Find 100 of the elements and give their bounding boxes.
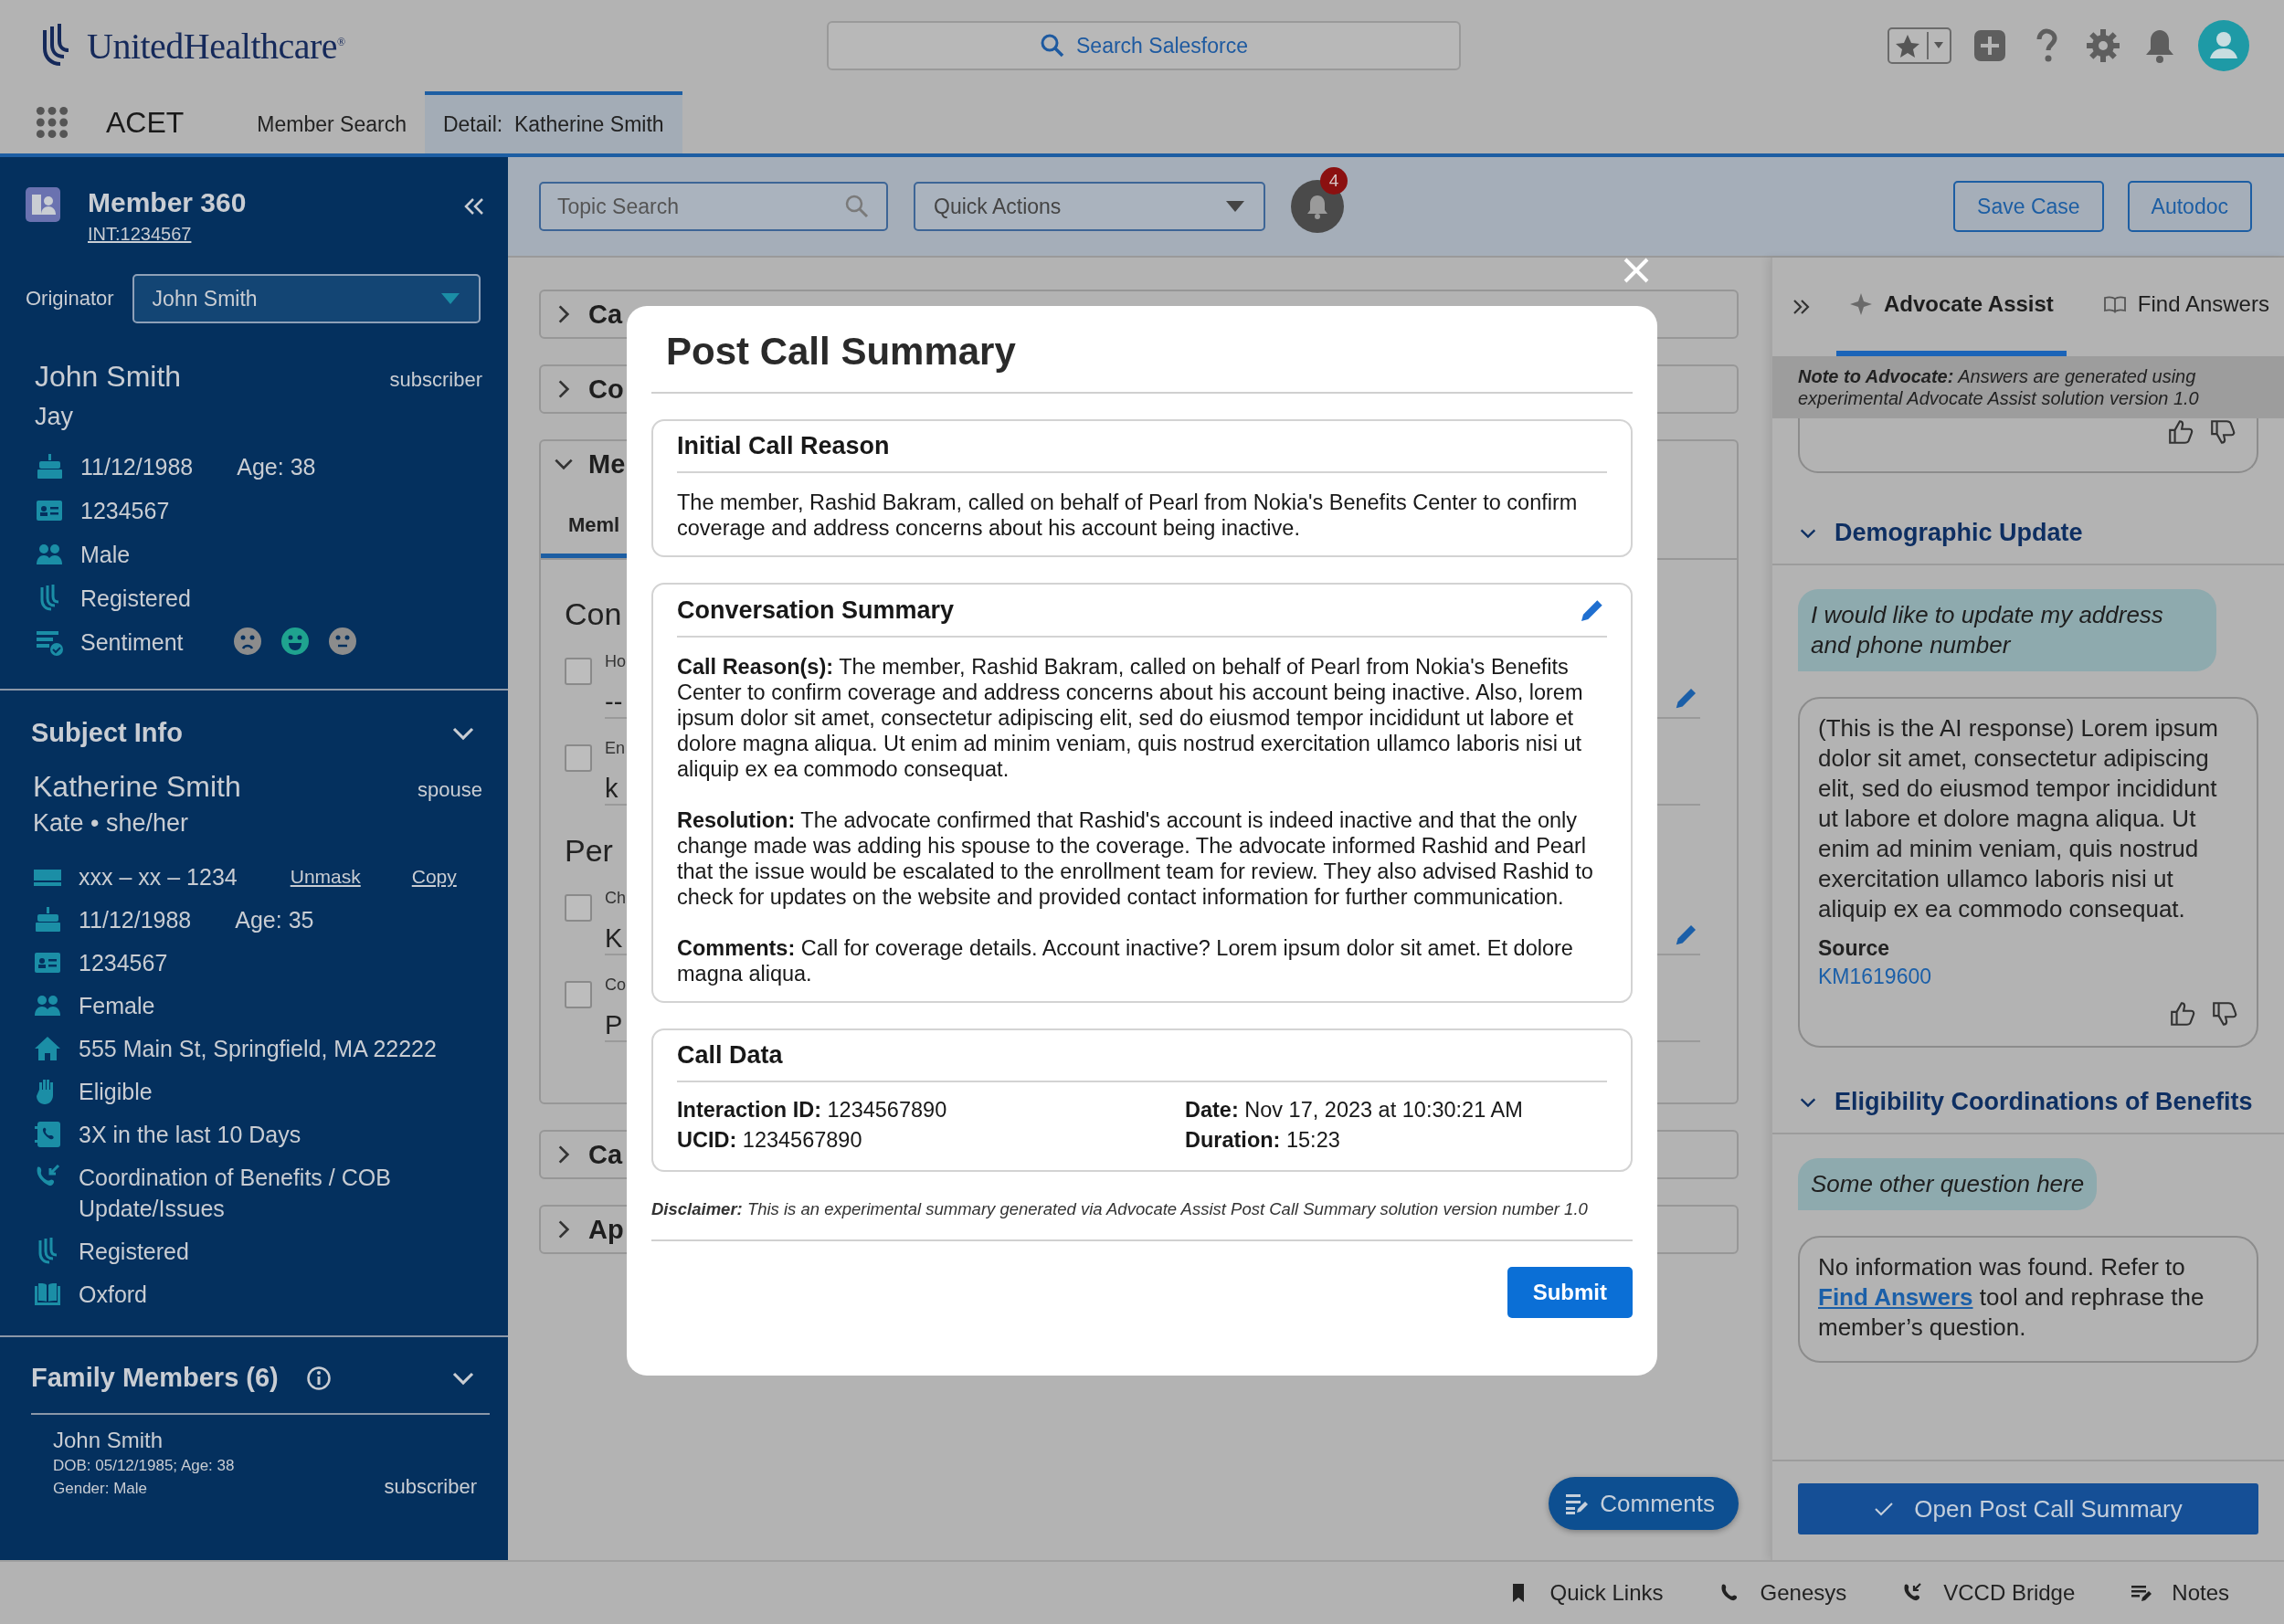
row-text: xxx – xx – 1234 [79, 863, 238, 891]
modal-title: Post Call Summary [651, 306, 1633, 394]
member-gender: Gender: Male [53, 1480, 147, 1498]
comments-button[interactable]: Comments [1549, 1477, 1739, 1530]
thumbs-up-icon[interactable] [2167, 418, 2194, 446]
row-text: Registered [79, 1238, 189, 1266]
utility-item[interactable]: Genesys [1712, 1579, 1853, 1607]
field-label: En [605, 739, 626, 758]
summary-paragraph: Resolution: The advocate confirmed that Rashid's account is indeed inactive and that the only change made was adding his spouse to the coverage. The advocate informed Rashid and Pearl that the issue would be escalated to the enrollment team for review. They also advised Rashid to check for updates on the website and provided contact information for further communication. [677, 807, 1594, 910]
settings-icon[interactable] [2085, 27, 2121, 64]
search-icon [844, 194, 870, 219]
disclaimer-text: Disclaimer: This is an experimental summary generated via Advocate Assist Post Call Summary solution version number 1.0 [651, 1199, 1633, 1241]
card-title[interactable]: Ap [588, 1214, 624, 1245]
neutral-face-icon[interactable] [327, 627, 357, 656]
info-icon[interactable] [305, 1365, 332, 1391]
topic-search-field[interactable]: Topic Search [539, 182, 888, 231]
happy-face-icon[interactable] [280, 627, 310, 656]
submit-button[interactable]: Submit [1507, 1267, 1633, 1318]
utility-item[interactable]: VCCD Bridge [1896, 1579, 2081, 1607]
row-text: Male [80, 541, 131, 569]
quick-actions-dropdown[interactable]: Quick Actions [914, 182, 1265, 231]
caret-icon [1225, 199, 1245, 214]
member-role: subscriber [384, 1475, 477, 1499]
originator-select[interactable]: John Smith [132, 274, 481, 323]
favorites-button[interactable] [1887, 27, 1951, 64]
member-name[interactable]: John Smith [53, 1428, 477, 1453]
row-link[interactable]: Copy [411, 861, 457, 892]
search-icon [1040, 33, 1066, 58]
topic-title[interactable]: Demographic Update [1835, 519, 2083, 547]
thumbs-down-icon[interactable] [2209, 418, 2236, 446]
row-text: Eligible [79, 1078, 153, 1106]
question-bubble: I would like to update my address and phone number [1798, 589, 2216, 671]
row-text: 555 Main St, Springfield, MA 22222 [79, 1035, 437, 1063]
cake-icon [35, 452, 64, 481]
checkbox[interactable] [565, 744, 592, 772]
thumbs-down-icon[interactable] [2211, 1000, 2238, 1028]
checkbox[interactable] [565, 658, 592, 685]
person-subtitle: Kate • she/her [33, 809, 190, 838]
member-dob: DOB: 05/12/1985; Age: 38 [53, 1457, 236, 1475]
section-heading: Subject Info [31, 718, 183, 748]
call-data-field: Duration: 15:23 [1185, 1125, 1607, 1155]
card-title[interactable]: Ca [588, 1139, 623, 1170]
thumbs-up-icon[interactable] [2169, 1000, 2196, 1028]
question-bubble: Some other question here [1798, 1158, 2098, 1210]
group-heading: Con [565, 596, 622, 632]
call-data-field: UCID: 1234567890 [677, 1125, 1185, 1155]
logo-text[interactable]: UnitedHealthcare$^{®}$ [87, 24, 345, 68]
row-text: Coordination of Benefits / COB Update/Issues [79, 1164, 392, 1223]
field-value: k [605, 774, 619, 804]
phone-book-icon [33, 1120, 62, 1149]
checkbox[interactable] [565, 981, 592, 1008]
nav-tab[interactable]: Member Search [238, 91, 425, 153]
add-icon[interactable] [1972, 27, 2008, 64]
field-value: K [605, 923, 623, 954]
utility-item[interactable]: Notes [2124, 1579, 2235, 1607]
card-title[interactable]: Co [588, 374, 624, 405]
person-role: subscriber [389, 368, 482, 392]
nav-tab[interactable]: Detail: Katherine Smith [424, 91, 682, 153]
caret-icon [440, 291, 460, 306]
row-text: 11/12/1988 [79, 906, 192, 934]
section-heading: Family Members (6) [31, 1363, 279, 1393]
answer-text: No information was found. Refer to Find Answers tool and rephrase the member’s question. [1818, 1252, 2205, 1343]
sad-face-icon[interactable] [232, 627, 262, 656]
member-card-icon [26, 187, 60, 222]
row-text: Registered [80, 585, 191, 613]
member-id-link[interactable]: INT:1234567 [88, 224, 192, 245]
search-field[interactable]: Search Salesforce [827, 21, 1461, 70]
utility-item[interactable]: Quick Links [1502, 1579, 1669, 1607]
person-name: John Smith [35, 360, 182, 394]
checkbox[interactable] [565, 894, 592, 922]
field-value: -- [605, 687, 623, 717]
source-label: Source [1818, 935, 1890, 961]
person-name: Katherine Smith [33, 770, 241, 804]
section-title: Initial Call Reason [677, 432, 890, 460]
house-icon [33, 1034, 62, 1063]
call-data-field: Interaction ID: 1234567890 [677, 1095, 1185, 1125]
person-nickname: Jay [35, 403, 75, 431]
call-data-field: Date: Nov 17, 2023 at 10:30:21 AM [1185, 1095, 1607, 1125]
close-icon[interactable] [1622, 256, 1651, 285]
card-title[interactable]: Ca [588, 299, 623, 330]
group-heading: Per [565, 833, 613, 869]
summary-paragraph: Comments: Call for coverage details. Account inactive? Lorem ipsum dolor sit amet. Et dolore magna aliqua. [677, 935, 1574, 986]
originator-label: Originator [26, 287, 114, 311]
app-launcher-icon[interactable] [35, 105, 69, 140]
panel-tab[interactable]: Find Answers [2089, 258, 2282, 356]
field-value: P [605, 1010, 623, 1040]
app-name: ACET [106, 105, 185, 140]
row-text: 11/12/1988 [80, 453, 194, 481]
row-link[interactable]: Unmask [290, 861, 361, 892]
topic-title[interactable]: Eligibility Coordinations of Benefits [1835, 1088, 2253, 1116]
row-text: Female [79, 992, 155, 1020]
answer-text: (This is the AI response) Lorem ipsum dolor sit amet, consectetur adipiscing elit, sed do eiusmod tempor incididunt ut labore et dolore magna aliqua. Ut enim ad minim veniam, quis nostrud exercitation ullamco laboris nisi ut aliquip ex ea commodo consequat. [1818, 713, 2219, 924]
card-title[interactable]: Me [588, 448, 626, 480]
open-summary-button[interactable]: Open Post Call Summary [1798, 1483, 2258, 1534]
summary-paragraph: The member, Rashid Bakram, called on behalf of Pearl from Nokia's Benefits Center to confirm coverage and address concerns about his account being inactive. [677, 490, 1579, 541]
section-title: Conversation Summary [677, 596, 955, 625]
row-text: Sentiment [80, 628, 184, 657]
cake-icon [33, 905, 62, 934]
summary-paragraph: Call Reason(s): The member, Rashid Bakram, called on behalf of Pearl from Nokia's Benefits Center to confirm coverage and address concerns about his account being inactive. Also, lorem ipsum dolor sit amet, consectetur adipiscing elit, sed do eiusmod tempor incididunt ut labore et dolore magna aliqua. Ut enim ad minim veniam, quis nostrud exercitation ullamco laboris nisi ut aliquip ex ea commodo consequat. [677, 654, 1584, 782]
row-text: 1234567 [79, 949, 168, 977]
